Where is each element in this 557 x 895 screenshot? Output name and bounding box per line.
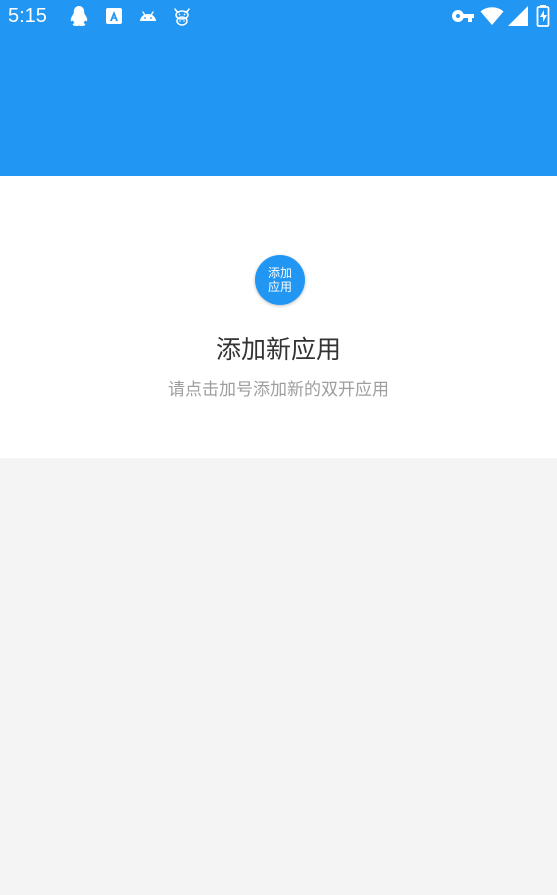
empty-state-card (0, 176, 557, 458)
cellular-signal-icon (506, 4, 530, 28)
add-app-button-label: 添加应用 (267, 266, 292, 294)
status-time: 5:15 (8, 5, 47, 27)
cow-icon (170, 4, 194, 28)
wifi-icon (480, 4, 504, 28)
add-app-button[interactable]: 添加应用 (255, 255, 305, 305)
status-bar: 5:15 (0, 0, 557, 32)
vpn-key-icon (451, 4, 475, 28)
android-icon (136, 4, 160, 28)
battery-charging-icon (534, 4, 552, 28)
qq-penguin-icon (67, 4, 91, 28)
app-store-a-icon (102, 4, 126, 28)
empty-state-title: 添加新应用 (215, 335, 341, 364)
empty-state-subtitle: 请点击加号添加新的双开应用 (168, 380, 389, 400)
